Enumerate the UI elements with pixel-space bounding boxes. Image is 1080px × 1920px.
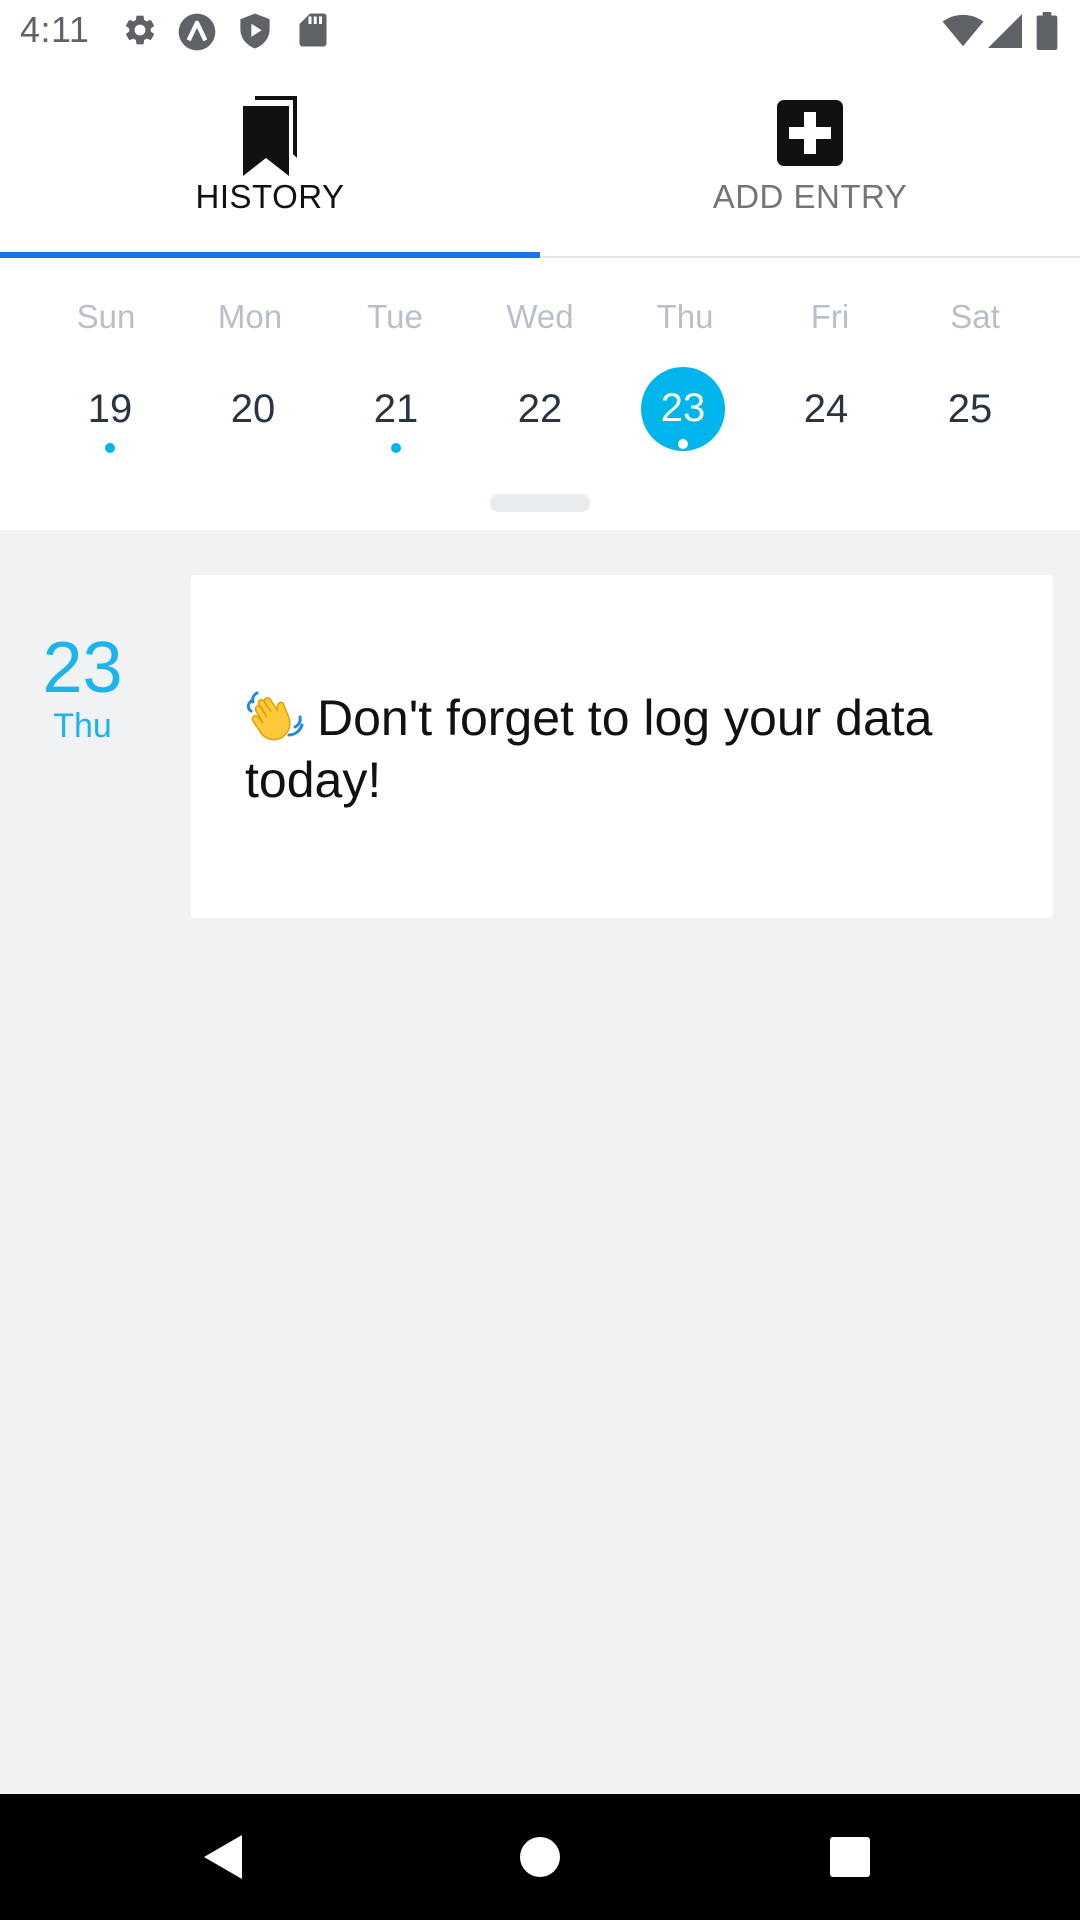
back-button[interactable] bbox=[164, 1794, 284, 1920]
weekday-label: Tue bbox=[367, 298, 423, 335]
tab-history[interactable]: HISTORY bbox=[0, 63, 540, 258]
system-nav-bar bbox=[0, 1794, 1080, 1920]
entry-date-badge: 23 Thu bbox=[20, 630, 145, 746]
battery-icon bbox=[1036, 12, 1058, 55]
reminder-text: Don't forget to log your data today! bbox=[245, 690, 933, 808]
entry-dot bbox=[391, 443, 401, 453]
day-row: 19 20 21 22 23 24 25 bbox=[0, 367, 1080, 458]
day-number: 21 bbox=[373, 387, 419, 431]
app-a-icon bbox=[177, 12, 217, 57]
history-content: 23 Thu Don't forget to log your data tod… bbox=[0, 530, 1080, 1794]
recents-icon bbox=[830, 1837, 870, 1877]
add-box-icon bbox=[777, 100, 843, 171]
day-22[interactable]: 22 bbox=[498, 368, 582, 452]
weekday-label: Thu bbox=[656, 298, 714, 335]
status-bar: 4:11 bbox=[0, 0, 1080, 63]
wifi-icon bbox=[942, 14, 984, 53]
day-23-selected[interactable]: 23 bbox=[641, 367, 725, 451]
sd-card-icon bbox=[298, 12, 328, 53]
day-25[interactable]: 25 bbox=[928, 368, 1012, 452]
week-calendar: Sun Mon Tue Wed Thu Fri Sat 19 20 21 22 … bbox=[0, 258, 1080, 530]
weekday-label: Wed bbox=[506, 298, 574, 335]
tab-add-entry-label: ADD ENTRY bbox=[712, 178, 908, 215]
day-number: 22 bbox=[517, 387, 563, 431]
bookmark-icon bbox=[241, 96, 299, 181]
tab-history-label: HISTORY bbox=[195, 178, 345, 215]
day-20[interactable]: 20 bbox=[211, 368, 295, 452]
status-time: 4:11 bbox=[20, 9, 90, 50]
day-number: 19 bbox=[87, 387, 133, 431]
day-number: 23 bbox=[660, 386, 706, 430]
reminder-message: Don't forget to log your data today! bbox=[245, 687, 1025, 811]
home-icon bbox=[520, 1837, 560, 1877]
tab-bar: HISTORY ADD ENTRY bbox=[0, 63, 1080, 258]
day-21[interactable]: 21 bbox=[354, 368, 438, 453]
play-protect-icon bbox=[237, 12, 273, 55]
weekday-label: Sun bbox=[76, 298, 136, 335]
entry-dot bbox=[105, 443, 115, 453]
tab-add-entry[interactable]: ADD ENTRY bbox=[540, 63, 1080, 256]
settings-icon bbox=[122, 12, 158, 53]
reminder-card[interactable]: Don't forget to log your data today! bbox=[191, 575, 1053, 918]
weekday-header: Sun Mon Tue Wed Thu Fri Sat bbox=[0, 298, 1080, 338]
entry-date-number: 23 bbox=[42, 628, 123, 708]
day-number: 20 bbox=[230, 387, 276, 431]
recents-button[interactable] bbox=[790, 1794, 910, 1920]
day-24[interactable]: 24 bbox=[784, 368, 868, 452]
home-button[interactable] bbox=[480, 1794, 600, 1920]
day-number: 24 bbox=[803, 387, 849, 431]
weekday-label: Sat bbox=[950, 298, 1000, 335]
calendar-drag-handle[interactable] bbox=[490, 494, 590, 512]
weekday-label: Mon bbox=[217, 298, 283, 335]
entry-date-weekday: Thu bbox=[53, 707, 112, 745]
day-number: 25 bbox=[947, 387, 993, 431]
weekday-label: Fri bbox=[810, 298, 850, 335]
day-19[interactable]: 19 bbox=[68, 368, 152, 453]
entry-dot bbox=[678, 439, 688, 449]
waving-hand-icon bbox=[245, 687, 305, 743]
back-icon bbox=[204, 1835, 242, 1879]
signal-icon bbox=[988, 14, 1022, 53]
